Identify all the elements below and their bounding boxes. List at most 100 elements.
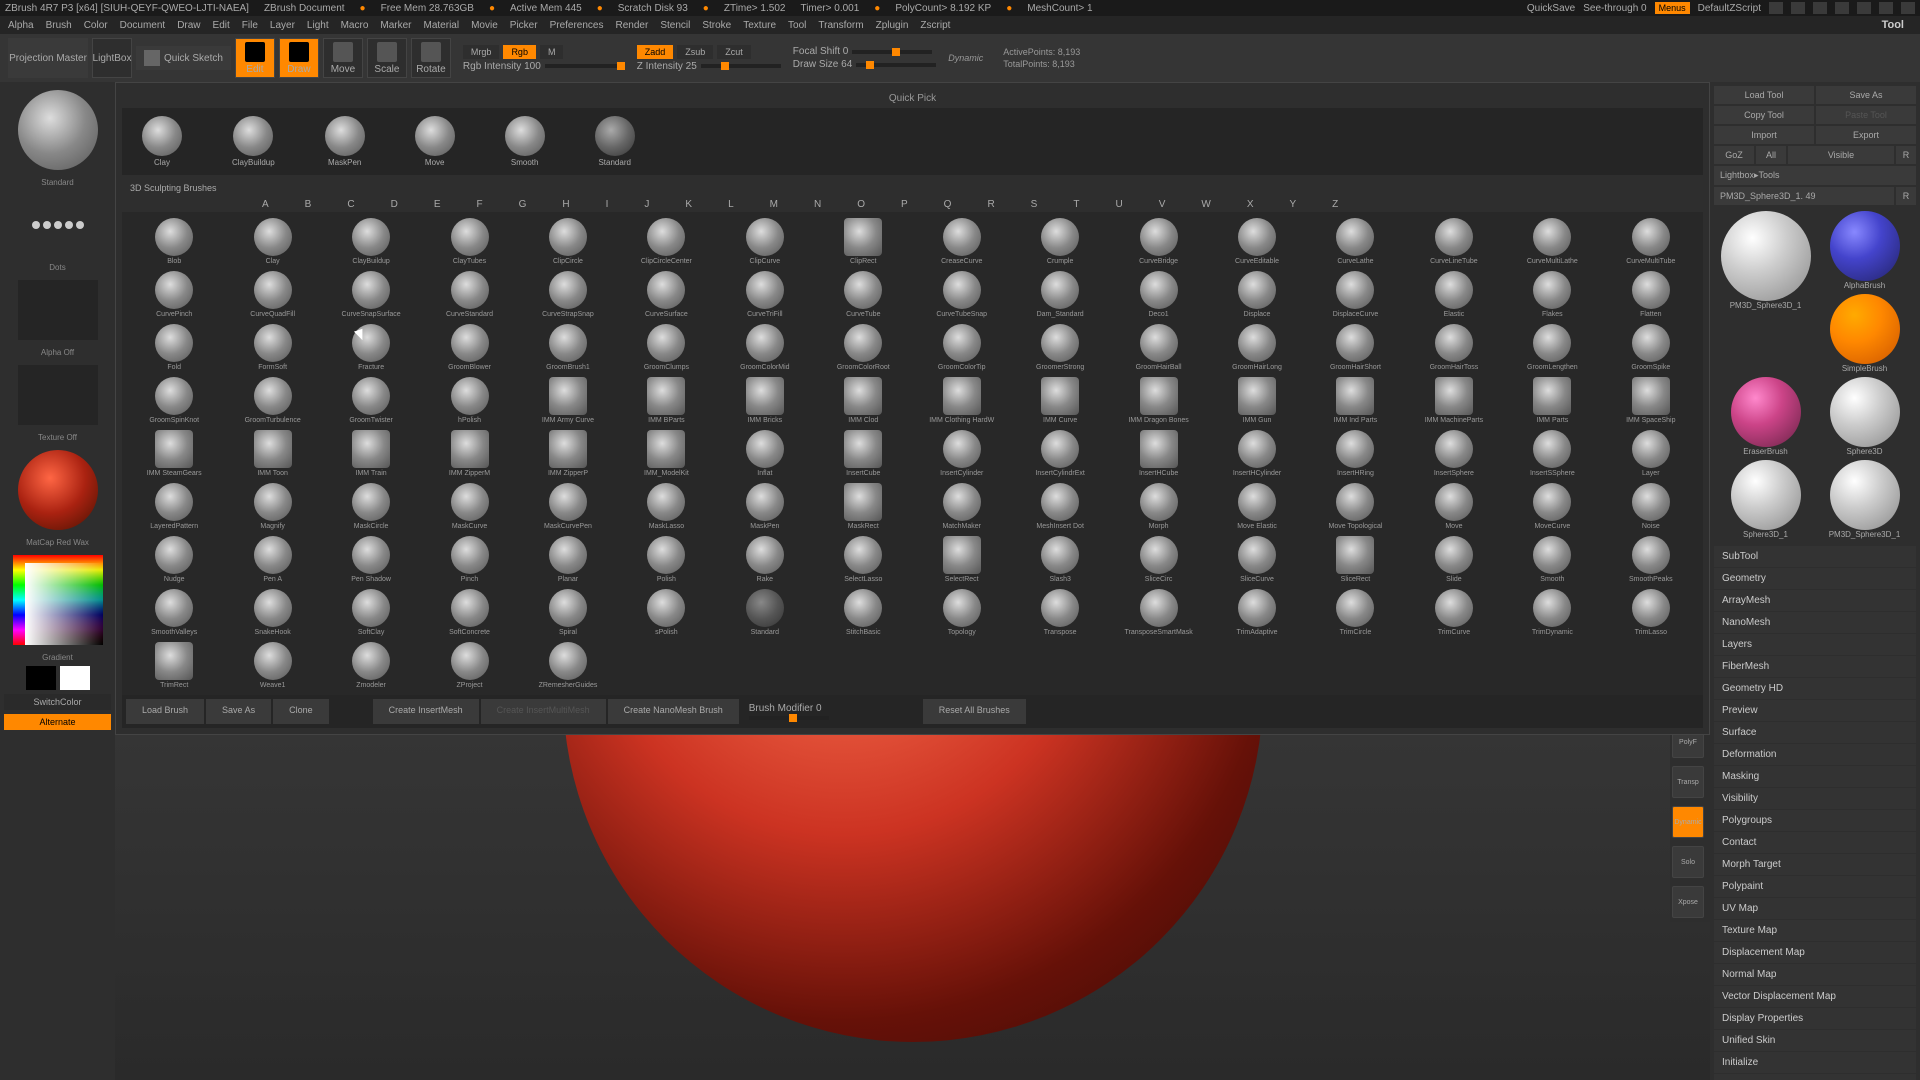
section-polygroups[interactable]: Polygroups (1714, 810, 1916, 831)
brush-standard[interactable]: Standard (717, 587, 813, 638)
load-tool-btn[interactable]: Load Tool (1714, 86, 1814, 104)
brush-zremesherguides[interactable]: ZRemesherGuides (520, 640, 616, 691)
window-btn-2[interactable] (1791, 2, 1805, 14)
brush-immsteamgears[interactable]: IMM SteamGears (126, 428, 222, 479)
alpha-Y[interactable]: Y (1289, 199, 1296, 210)
brush-groomcolorroot[interactable]: GroomColorRoot (815, 322, 911, 373)
swatch-primary[interactable] (60, 666, 90, 690)
brush-groomcolormid[interactable]: GroomColorMid (717, 322, 813, 373)
swatch-secondary[interactable] (26, 666, 56, 690)
brush-formsoft[interactable]: FormSoft (224, 322, 320, 373)
current-tool-name[interactable]: PM3D_Sphere3D_1. 49 (1714, 187, 1894, 205)
move-btn[interactable]: Move (323, 38, 363, 78)
alpha-K[interactable]: K (685, 199, 692, 210)
alpha-W[interactable]: W (1201, 199, 1210, 210)
alpha-Q[interactable]: Q (944, 199, 952, 210)
quickpick-clay[interactable]: Clay (142, 116, 182, 167)
brush-smooth[interactable]: Smooth (1504, 534, 1600, 585)
brush-immtrain[interactable]: IMM Train (323, 428, 419, 479)
clone-brush-btn[interactable]: Clone (273, 699, 329, 724)
sidetool-transp[interactable]: Transp (1672, 766, 1704, 798)
brush-immdragonbones[interactable]: IMM Dragon Bones (1110, 375, 1206, 426)
brush-immcurve[interactable]: IMM Curve (1012, 375, 1108, 426)
brush-immmachineparts[interactable]: IMM MachineParts (1406, 375, 1502, 426)
section-preview[interactable]: Preview (1714, 700, 1916, 721)
brush-maskpen[interactable]: MaskPen (717, 481, 813, 532)
create-insertmesh-btn[interactable]: Create InsertMesh (373, 699, 479, 724)
brush-groomblower[interactable]: GroomBlower (421, 322, 517, 373)
brush-groomcolortip[interactable]: GroomColorTip (914, 322, 1010, 373)
brush-curvesnapsurface[interactable]: CurveSnapSurface (323, 269, 419, 320)
section-import[interactable]: Import (1714, 1074, 1916, 1080)
menu-layer[interactable]: Layer (270, 20, 295, 31)
color-picker[interactable] (13, 555, 103, 645)
brush-curvelinetube[interactable]: CurveLineTube (1406, 216, 1502, 267)
alpha-C[interactable]: C (347, 199, 354, 210)
saveas-brush-btn[interactable]: Save As (206, 699, 271, 724)
create-nanomesh-btn[interactable]: Create NanoMesh Brush (608, 699, 739, 724)
quickpick-claybuildup[interactable]: ClayBuildup (232, 116, 275, 167)
texture-preview[interactable] (18, 365, 98, 425)
brush-transpose[interactable]: Transpose (1012, 587, 1108, 638)
window-btn-6[interactable] (1879, 2, 1893, 14)
brush-noise[interactable]: Noise (1603, 481, 1699, 532)
section-nanomesh[interactable]: NanoMesh (1714, 612, 1916, 633)
window-btn-3[interactable] (1813, 2, 1827, 14)
menu-stencil[interactable]: Stencil (660, 20, 690, 31)
quicksketch-btn[interactable]: Quick Sketch (136, 46, 231, 70)
alpha-H[interactable]: H (562, 199, 569, 210)
window-btn-1[interactable] (1769, 2, 1783, 14)
brush-zmodeler[interactable]: Zmodeler (323, 640, 419, 691)
brush-immbricks[interactable]: IMM Bricks (717, 375, 813, 426)
brush-polish[interactable]: Polish (618, 534, 714, 585)
brush-groomerstrong[interactable]: GroomerStrong (1012, 322, 1108, 373)
brush-insertsphere[interactable]: InsertSphere (1406, 428, 1502, 479)
alpha-G[interactable]: G (519, 199, 527, 210)
brush-immindparts[interactable]: IMM Ind Parts (1307, 375, 1403, 426)
brush-slicecurve[interactable]: SliceCurve (1209, 534, 1305, 585)
brush-fracture[interactable]: Fracture (323, 322, 419, 373)
alpha-L[interactable]: L (728, 199, 734, 210)
brush-groomspinknot[interactable]: GroomSpinKnot (126, 375, 222, 426)
brush-curvestandard[interactable]: CurveStandard (421, 269, 517, 320)
menu-movie[interactable]: Movie (471, 20, 498, 31)
brush-zproject[interactable]: ZProject (421, 640, 517, 691)
menu-render[interactable]: Render (616, 20, 649, 31)
tool-r-btn[interactable]: R (1896, 187, 1916, 205)
brush-maskrect[interactable]: MaskRect (815, 481, 911, 532)
quickpick-move[interactable]: Move (415, 116, 455, 167)
brush-snakehook[interactable]: SnakeHook (224, 587, 320, 638)
menu-file[interactable]: File (242, 20, 258, 31)
brush-groomhairshort[interactable]: GroomHairShort (1307, 322, 1403, 373)
lightbox-tools-btn[interactable]: Lightbox▸Tools (1714, 166, 1916, 185)
brush-curvetubesnap[interactable]: CurveTubeSnap (914, 269, 1010, 320)
projection-master-btn[interactable]: Projection Master (8, 38, 88, 78)
menu-stroke[interactable]: Stroke (702, 20, 731, 31)
menu-texture[interactable]: Texture (743, 20, 776, 31)
scale-btn[interactable]: Scale (367, 38, 407, 78)
brush-immzipperm[interactable]: IMM ZipperM (421, 428, 517, 479)
brush-inflat[interactable]: Inflat (717, 428, 813, 479)
brush-curvemultilathe[interactable]: CurveMultiLathe (1504, 216, 1600, 267)
quickpick-smooth[interactable]: Smooth (505, 116, 545, 167)
brush-curvebridge[interactable]: CurveBridge (1110, 216, 1206, 267)
brush-maskcurvepen[interactable]: MaskCurvePen (520, 481, 616, 532)
brush-flakes[interactable]: Flakes (1504, 269, 1600, 320)
brush-flatten[interactable]: Flatten (1603, 269, 1699, 320)
brush-insertcylindrext[interactable]: InsertCylindrExt (1012, 428, 1108, 479)
brush-immclod[interactable]: IMM Clod (815, 375, 911, 426)
zcut-btn[interactable]: Zcut (717, 45, 751, 59)
seethrough-slider[interactable]: See-through 0 (1583, 3, 1646, 14)
section-displacement-map[interactable]: Displacement Map (1714, 942, 1916, 963)
brush-moveelastic[interactable]: Move Elastic (1209, 481, 1305, 532)
tool-thumb-3[interactable]: EraserBrush (1718, 377, 1813, 456)
brush-inserthcube[interactable]: InsertHCube (1110, 428, 1206, 479)
brush-displacecurve[interactable]: DisplaceCurve (1307, 269, 1403, 320)
alpha-J[interactable]: J (644, 199, 649, 210)
brush-cliprect[interactable]: ClipRect (815, 216, 911, 267)
brush-magnify[interactable]: Magnify (224, 481, 320, 532)
brush-groomhairtoss[interactable]: GroomHairToss (1406, 322, 1502, 373)
brush-move[interactable]: Move (1406, 481, 1502, 532)
brush-immtoon[interactable]: IMM Toon (224, 428, 320, 479)
brush-groombrush1[interactable]: GroomBrush1 (520, 322, 616, 373)
